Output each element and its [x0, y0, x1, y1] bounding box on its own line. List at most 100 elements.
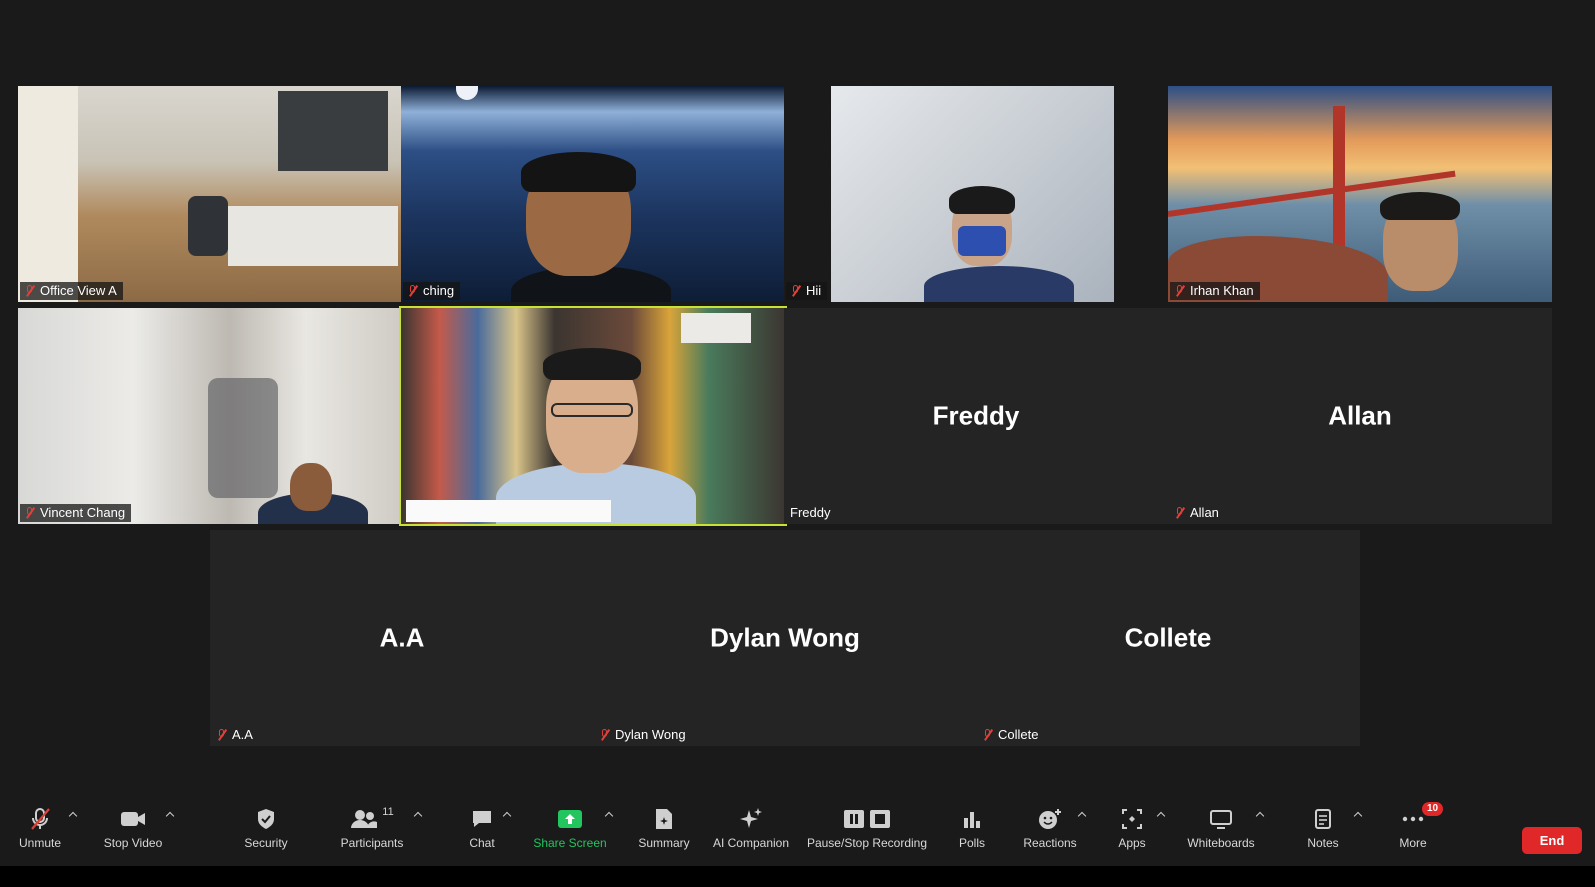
video-tile-active-speaker[interactable]	[399, 306, 787, 526]
share-screen-button[interactable]: Share Screen	[533, 806, 607, 856]
office-chair	[188, 196, 228, 256]
share-options-caret[interactable]	[604, 810, 614, 820]
mic-muted-icon	[790, 284, 802, 298]
person-hair	[949, 186, 1015, 214]
pause-stop-recording-button[interactable]: Pause/Stop Recording	[805, 806, 929, 856]
chat-button[interactable]: Chat	[466, 806, 498, 856]
chat-bubble-icon	[471, 806, 493, 832]
participant-name: A.A	[232, 727, 253, 742]
apps-label: Apps	[1118, 836, 1146, 850]
apps-options-caret[interactable]	[1156, 810, 1166, 820]
share-screen-label: Share Screen	[533, 836, 607, 850]
notes-button[interactable]: Notes	[1306, 806, 1340, 856]
participant-name: Allan	[1190, 505, 1219, 520]
chat-options-caret[interactable]	[502, 810, 512, 820]
summary-label: Summary	[638, 836, 690, 850]
participants-label: Participants	[340, 836, 404, 850]
participants-icon: 11	[350, 806, 394, 832]
participant-name: Hii	[806, 283, 822, 298]
participant-name: Vincent Chang	[40, 505, 126, 520]
end-meeting-button[interactable]: End	[1522, 827, 1582, 854]
mic-muted-icon	[24, 284, 36, 298]
participants-button[interactable]: 11 Participants	[340, 806, 404, 856]
reactions-options-caret[interactable]	[1077, 810, 1087, 820]
whiteboards-options-caret[interactable]	[1255, 810, 1265, 820]
mic-muted-icon	[216, 728, 228, 742]
office-desk	[228, 206, 398, 266]
reactions-button[interactable]: Reactions	[1022, 806, 1078, 856]
video-tile-vincent-chang[interactable]: Vincent Chang	[18, 308, 402, 524]
stop-video-button[interactable]: Stop Video	[104, 806, 162, 856]
chat-label: Chat	[469, 836, 495, 850]
bottom-strip	[0, 866, 1595, 887]
video-tile-ching[interactable]: ching	[401, 86, 785, 302]
person-hair	[1380, 192, 1460, 220]
unmute-label: Unmute	[18, 836, 62, 850]
participant-name: ching	[423, 283, 455, 298]
participants-options-caret[interactable]	[413, 810, 423, 820]
glasses	[551, 403, 633, 417]
video-tile-office-view[interactable]: Office View A	[18, 86, 402, 302]
nametag: Freddy	[786, 504, 836, 522]
participant-display-name: Allan	[1328, 400, 1392, 431]
participant-name: Irhan Khan	[1190, 283, 1254, 298]
nametag: Collete	[978, 726, 1044, 744]
security-button[interactable]: Security	[243, 806, 289, 856]
pause-stop-icon	[842, 806, 892, 832]
shield-icon	[256, 806, 276, 832]
more-label: More	[1399, 836, 1427, 850]
nametag: Hii	[786, 282, 828, 300]
participant-name: Freddy	[790, 505, 831, 520]
unmute-button[interactable]: Unmute	[18, 806, 62, 856]
participant-name: Collete	[998, 727, 1039, 742]
apps-button[interactable]: Apps	[1116, 806, 1148, 856]
mic-muted-icon	[599, 728, 611, 742]
person-shoulders	[924, 266, 1074, 302]
stop-video-label: Stop Video	[103, 836, 163, 850]
office-monitor	[278, 91, 388, 171]
mic-muted-icon	[24, 506, 36, 520]
video-gallery: Office View A ching Hii Irhan Khan Vince…	[0, 0, 1595, 810]
recording-label: Pause/Stop Recording	[806, 836, 928, 850]
wall-ac-unit	[681, 313, 751, 343]
whiteboards-button[interactable]: Whiteboards	[1186, 806, 1256, 856]
participant-display-name: A.A	[379, 622, 425, 653]
video-tile-hii[interactable]: Hii	[784, 86, 1168, 302]
mic-muted-icon	[407, 284, 419, 298]
video-tile-irhan-khan[interactable]: Irhan Khan	[1168, 86, 1552, 302]
bar-chart-icon	[962, 806, 982, 832]
reactions-label: Reactions	[1023, 836, 1077, 850]
polls-button[interactable]: Polls	[956, 806, 988, 856]
video-tile-allan[interactable]: Allan Allan	[1168, 308, 1552, 524]
video-camera-icon	[120, 806, 146, 832]
ai-companion-label: AI Companion	[712, 836, 790, 850]
mic-muted-icon	[982, 728, 994, 742]
whiteboards-label: Whiteboards	[1187, 836, 1255, 850]
apps-icon	[1121, 806, 1143, 832]
audio-options-caret[interactable]	[68, 810, 78, 820]
video-tile-freddy[interactable]: Freddy Freddy	[784, 308, 1168, 524]
nametag: Office View A	[20, 282, 123, 300]
office-window	[18, 86, 78, 302]
face-mask	[958, 226, 1006, 256]
meeting-toolbar: Unmute Stop Video Security 11 Participan…	[0, 798, 1595, 866]
share-screen-icon	[557, 806, 583, 832]
notes-label: Notes	[1307, 836, 1339, 850]
summary-button[interactable]: Summary	[636, 806, 692, 856]
nametag: Irhan Khan	[1170, 282, 1260, 300]
nametag: ching	[403, 282, 461, 300]
person-hair	[543, 348, 641, 380]
nametag: Allan	[1170, 504, 1225, 522]
person-face	[290, 463, 332, 511]
video-tile-aa[interactable]: A.A A.A	[210, 530, 594, 746]
redacted-name-bar	[406, 500, 611, 522]
video-options-caret[interactable]	[165, 810, 175, 820]
video-tile-dylan-wong[interactable]: Dylan Wong Dylan Wong	[593, 530, 977, 746]
ai-companion-button[interactable]: AI Companion	[712, 806, 790, 856]
mic-muted-icon	[1174, 284, 1186, 298]
mic-muted-icon	[29, 806, 51, 832]
more-notification-badge: 10	[1422, 802, 1444, 816]
notes-options-caret[interactable]	[1353, 810, 1363, 820]
video-tile-collete[interactable]: Collete Collete	[976, 530, 1360, 746]
participant-name: Office View A	[40, 283, 117, 298]
